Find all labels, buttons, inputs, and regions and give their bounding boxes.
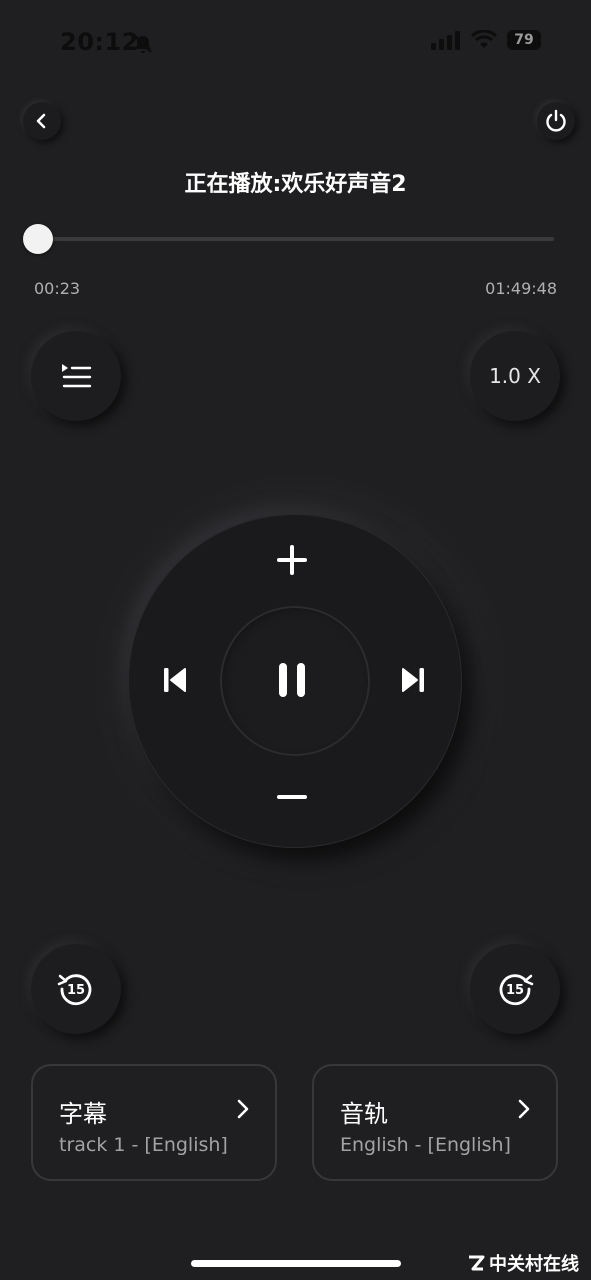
speed-button[interactable]: 1.0 X [470, 331, 560, 421]
watermark-logo-icon [469, 1255, 485, 1271]
playlist-icon [62, 364, 92, 388]
chevron-right-icon [518, 1099, 530, 1119]
speed-label: 1.0 X [489, 364, 541, 388]
bell-muted-icon [134, 35, 152, 53]
subtitle-card-value: track 1 - [English] [59, 1134, 228, 1156]
rewind-seconds: 15 [67, 983, 85, 998]
progress-thumb[interactable] [23, 224, 53, 254]
previous-icon[interactable] [160, 664, 190, 696]
watermark-text: 中关村在线 [489, 1254, 579, 1275]
volume-up-icon[interactable] [276, 544, 308, 576]
playlist-button[interactable] [31, 331, 121, 421]
rewind-15-icon: 15 [57, 974, 92, 1006]
forward-button[interactable]: 15 [470, 944, 560, 1034]
watermark: 中关村在线 [467, 1250, 579, 1276]
status-icons: 79 [431, 30, 541, 50]
audio-track-card[interactable]: 音轨 English - [English] [312, 1064, 558, 1181]
home-indicator [191, 1260, 401, 1267]
subtitle-card[interactable]: 字幕 track 1 - [English] [31, 1064, 277, 1181]
rewind-button[interactable]: 15 [31, 944, 121, 1034]
power-icon [546, 109, 566, 132]
audio-card-value: English - [English] [340, 1134, 511, 1156]
forward-15-icon: 15 [499, 974, 534, 1006]
current-time: 00:23 [34, 279, 81, 298]
signal-icon [431, 31, 460, 50]
pause-icon [279, 663, 305, 697]
subtitle-card-title: 字幕 [59, 1100, 107, 1128]
now-playing-title: 正在播放:欢乐好声音2 [184, 172, 407, 197]
back-button[interactable] [23, 102, 61, 140]
total-time: 01:49:48 [485, 279, 557, 298]
chevron-left-icon [36, 113, 46, 129]
audio-card-title: 音轨 [340, 1100, 388, 1128]
volume-down-icon[interactable] [276, 784, 308, 810]
progress-track[interactable] [38, 237, 554, 241]
chevron-right-icon [237, 1099, 249, 1119]
forward-seconds: 15 [506, 983, 524, 998]
wifi-icon [471, 30, 497, 48]
battery-icon: 79 [507, 30, 541, 50]
next-icon[interactable] [398, 664, 428, 696]
status-time: 20:12 [60, 28, 139, 56]
power-button[interactable] [537, 102, 575, 140]
